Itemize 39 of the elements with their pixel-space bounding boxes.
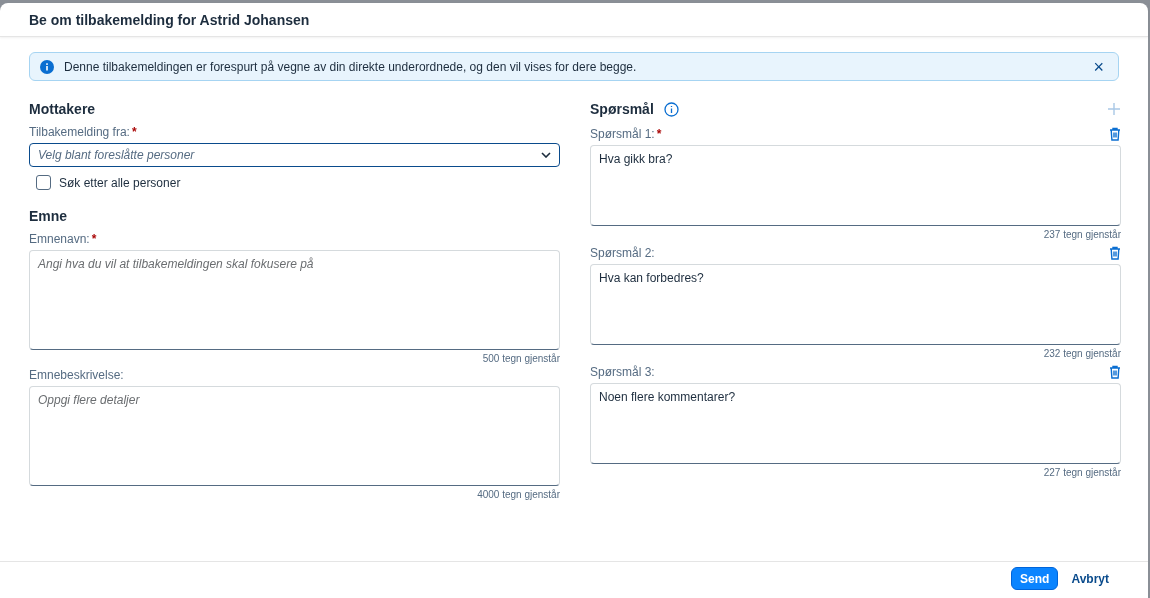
text-area[interactable]: Noen flere kommentarer? [590,383,1121,464]
section-heading: Mottakere [29,101,97,117]
character-counter: 237 tegn gjenstår [1043,229,1121,240]
field-label: Emnebeskrivelse: [29,368,125,382]
required-mark: * [131,125,137,139]
info-icon [40,59,54,74]
delete-button[interactable] [1109,127,1121,141]
send-button[interactable]: Send [1011,567,1059,590]
close-button[interactable]: × [1089,57,1108,76]
character-counter: 500 tegn gjenstår [482,353,560,364]
field-label: Tilbakemelding fra: * [29,125,138,139]
text-area[interactable]: Oppgi flere detaljer [29,386,560,486]
chevron-down-icon [541,152,551,158]
delete-button[interactable] [1109,365,1121,379]
field-label: Spørsmål 2: [590,246,655,260]
trash-icon [1109,127,1121,141]
character-counter: 232 tegn gjenstår [1043,348,1121,359]
cancel-button[interactable]: Avbryt [1062,567,1118,590]
checkbox[interactable] [36,175,51,190]
text-area[interactable]: Hva gikk bra? [590,145,1121,226]
trash-icon [1109,246,1121,260]
field-label: Spørsmål 1: * [590,127,662,141]
section-heading: Emne [29,208,69,224]
required-mark: * [656,127,662,141]
character-counter: 227 tegn gjenstår [1043,467,1121,478]
person-select[interactable]: Velg blant foreslåtte personer [29,143,560,167]
info-icon[interactable] [663,101,679,117]
dialog-title: Be om tilbakemelding for Astrid Johansen [29,11,310,28]
required-mark: * [91,232,97,246]
character-counter: 4000 tegn gjenstår [477,489,560,500]
section-heading: Spørsmål [590,101,654,117]
text-area[interactable]: Angi hva du vil at tilbakemeldingen skal fokusere på [29,250,560,350]
field-label: Spørsmål 3: [590,365,655,379]
banner-text: Denne tilbakemeldingen er forespurt på vegne av din direkte underordnede, og den vil vises for dere begge. [64,59,638,74]
text-area[interactable]: Hva kan forbedres? [590,264,1121,345]
field-label: Emnenavn: * [29,232,98,246]
checkbox-label: Søk etter alle personer [59,175,181,190]
delete-button[interactable] [1109,246,1121,260]
trash-icon [1109,365,1121,379]
